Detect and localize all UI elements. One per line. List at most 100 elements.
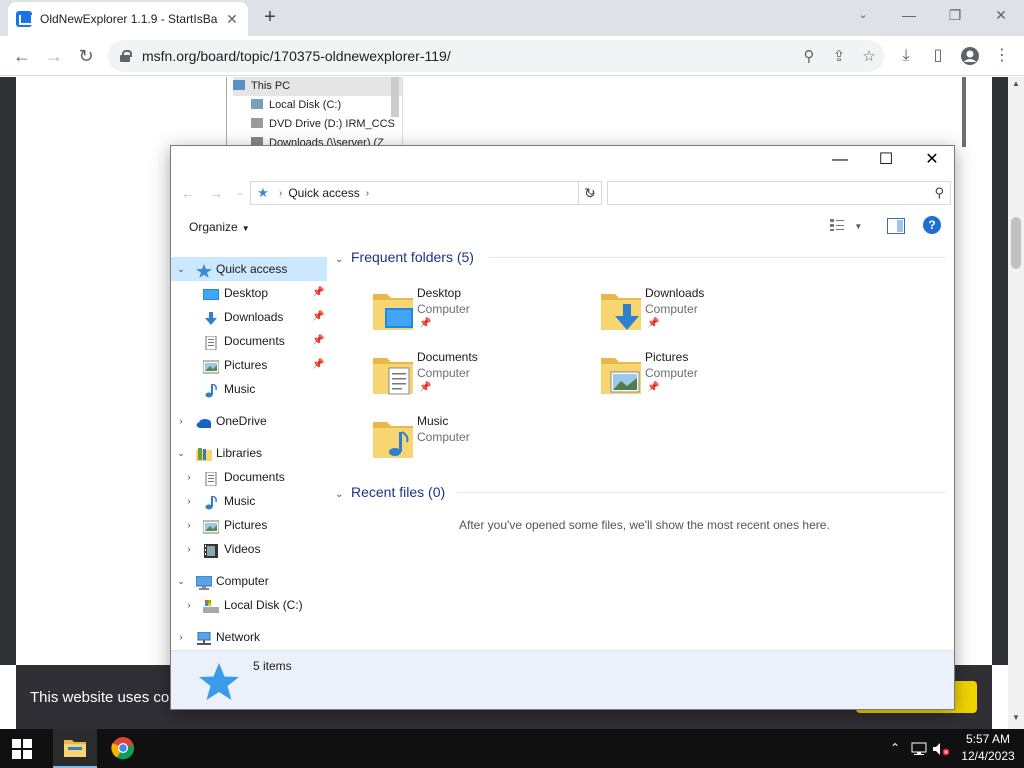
- expanded-chevron-icon[interactable]: ⌄: [335, 249, 351, 271]
- scroll-up-icon[interactable]: ▲: [1008, 79, 1024, 88]
- profile-avatar-icon[interactable]: [956, 42, 984, 70]
- forward-arrow-icon[interactable]: →: [205, 183, 227, 203]
- reload-icon[interactable]: ↻: [72, 42, 100, 70]
- nav-item-onedrive[interactable]: › OneDrive: [171, 409, 327, 433]
- browser-tab-strip: OldNewExplorer 1.1.9 - StartIsBa ✕ + ⌄ —…: [0, 0, 1024, 36]
- collapsed-chevron-icon[interactable]: ›: [183, 593, 195, 617]
- close-button[interactable]: ✕: [909, 146, 955, 176]
- nav-item-library-documents[interactable]: › Documents: [171, 465, 327, 489]
- nav-item-library-music[interactable]: › Music: [171, 489, 327, 513]
- show-hidden-icons-chevron-up-icon[interactable]: ⌃: [884, 729, 906, 768]
- lock-icon[interactable]: [120, 50, 132, 62]
- maximize-button[interactable]: ☐: [863, 146, 909, 176]
- collapsed-chevron-icon[interactable]: ›: [183, 489, 195, 513]
- network-icon: [196, 630, 212, 645]
- address-bar[interactable]: ★ › Quick access › ⌄: [250, 181, 602, 205]
- desktop-folder-icon: [373, 294, 413, 330]
- folder-tile-documents[interactable]: Documents Computer 📌: [371, 350, 581, 406]
- expanded-chevron-icon[interactable]: ⌄: [175, 441, 187, 465]
- pin-icon: 📌: [647, 382, 660, 393]
- organize-button[interactable]: Organize ▼: [181, 218, 258, 236]
- navigation-pane[interactable]: ⌄ Quick access Desktop 📌 Downloads 📌 Doc…: [171, 257, 327, 650]
- nav-item-downloads[interactable]: Downloads 📌: [171, 305, 327, 329]
- search-input[interactable]: ⚲: [607, 181, 951, 205]
- help-icon[interactable]: ?: [923, 216, 941, 234]
- back-arrow-icon[interactable]: ←: [8, 42, 36, 70]
- folder-tile-downloads[interactable]: Downloads Computer 📌: [599, 286, 809, 342]
- content-pane[interactable]: ⌄ Frequent folders (5) Desktop Computer 📌…: [331, 242, 951, 650]
- nav-item-music[interactable]: Music: [171, 377, 327, 401]
- folder-tile-desktop[interactable]: Desktop Computer 📌: [371, 286, 581, 342]
- pin-icon: 📌: [419, 382, 432, 393]
- nav-item-pictures[interactable]: Pictures 📌: [171, 353, 327, 377]
- recent-files-header[interactable]: ⌄ Recent files (0): [331, 481, 947, 503]
- file-explorer-taskbar-icon[interactable]: [53, 729, 97, 768]
- volume-muted-icon[interactable]: [930, 729, 952, 768]
- nav-item-computer[interactable]: ⌄ Computer: [171, 569, 327, 593]
- start-button-windows-icon[interactable]: [12, 739, 32, 759]
- view-dropdown-icon: ▼: [854, 222, 863, 231]
- nav-item-network[interactable]: › Network: [171, 625, 327, 649]
- music-folder-icon: [373, 422, 413, 458]
- nav-item-local-disk[interactable]: › Local Disk (C:): [171, 593, 327, 617]
- network-status-icon[interactable]: [908, 729, 930, 768]
- share-icon[interactable]: ⇪: [824, 47, 854, 65]
- new-tab-button[interactable]: +: [258, 6, 282, 30]
- preview-pane-button[interactable]: [887, 218, 905, 234]
- expanded-chevron-icon[interactable]: ⌄: [335, 484, 351, 506]
- videos-icon: [203, 542, 219, 558]
- refresh-button[interactable]: ↻: [578, 181, 602, 205]
- tab-close-icon[interactable]: ✕: [224, 11, 240, 28]
- nav-item-desktop[interactable]: Desktop 📌: [171, 281, 327, 305]
- collapsed-chevron-icon[interactable]: ›: [175, 409, 187, 433]
- chrome-taskbar-icon[interactable]: [101, 729, 145, 768]
- frequent-folders-header[interactable]: ⌄ Frequent folders (5): [331, 246, 947, 268]
- nav-item-library-pictures[interactable]: › Pictures: [171, 513, 327, 537]
- nav-item-documents[interactable]: Documents 📌: [171, 329, 327, 353]
- side-panel-icon[interactable]: ▯: [924, 42, 952, 70]
- url-text[interactable]: msfn.org/board/topic/170375-oldnewexplor…: [142, 48, 794, 64]
- browser-tab[interactable]: OldNewExplorer 1.1.9 - StartIsBa ✕: [8, 2, 248, 36]
- music-icon: [203, 494, 219, 510]
- scroll-down-icon[interactable]: ▼: [1008, 713, 1024, 722]
- details-pane: 5 items: [171, 650, 954, 709]
- change-view-button[interactable]: ▼: [829, 218, 867, 236]
- clock-time: 5:57 AM: [965, 732, 1011, 746]
- breadcrumb-separator-icon[interactable]: ›: [279, 188, 282, 199]
- close-window-button[interactable]: ✕: [978, 0, 1024, 30]
- more-menu-icon[interactable]: ⋮: [988, 42, 1016, 70]
- collapsed-chevron-icon[interactable]: ›: [175, 625, 187, 649]
- restore-window-button[interactable]: ❐: [932, 0, 978, 30]
- window-titlebar[interactable]: — ☐ ✕: [171, 146, 954, 176]
- folder-tile-pictures[interactable]: Pictures Computer 📌: [599, 350, 809, 406]
- site-favicon-icon: [16, 11, 33, 27]
- recent-locations-chevron-icon[interactable]: ⌄: [229, 183, 251, 203]
- nav-item-library-videos[interactable]: › Videos: [171, 537, 327, 561]
- scroll-thumb[interactable]: [1011, 217, 1021, 269]
- tab-search-chevron-down-icon[interactable]: ⌄: [840, 0, 886, 30]
- address-bar[interactable]: msfn.org/board/topic/170375-oldnewexplor…: [108, 40, 884, 72]
- back-arrow-icon[interactable]: ←: [177, 183, 199, 203]
- breadcrumb-separator-icon[interactable]: ›: [366, 188, 369, 199]
- forward-arrow-icon[interactable]: →: [40, 42, 68, 70]
- collapsed-chevron-icon[interactable]: ›: [183, 513, 195, 537]
- minimize-window-button[interactable]: —: [886, 0, 932, 30]
- zoom-search-icon[interactable]: ⚲: [794, 47, 824, 65]
- minimize-button[interactable]: —: [817, 146, 863, 176]
- collapsed-chevron-icon[interactable]: ›: [183, 537, 195, 561]
- music-icon: [203, 382, 219, 398]
- breadcrumb-quick-access[interactable]: Quick access: [288, 186, 359, 200]
- page-scrollbar[interactable]: ▲ ▼: [1008, 77, 1024, 729]
- search-icon[interactable]: ⚲: [934, 185, 944, 201]
- collapsed-chevron-icon[interactable]: ›: [183, 465, 195, 489]
- taskbar-clock[interactable]: 5:57 AM 12/4/2023: [956, 731, 1020, 765]
- view-options-icon: [830, 219, 844, 231]
- bookmark-star-icon[interactable]: ☆: [854, 47, 884, 65]
- downloads-icon[interactable]: ⤓: [892, 42, 920, 70]
- nav-item-quick-access[interactable]: ⌄ Quick access: [171, 257, 327, 281]
- expanded-chevron-icon[interactable]: ⌄: [175, 569, 187, 593]
- nav-item-libraries[interactable]: ⌄ Libraries: [171, 441, 327, 465]
- folder-tile-music[interactable]: Music Computer: [371, 414, 581, 470]
- screenshot-scrollbar: [391, 77, 399, 117]
- expanded-chevron-icon[interactable]: ⌄: [175, 257, 187, 281]
